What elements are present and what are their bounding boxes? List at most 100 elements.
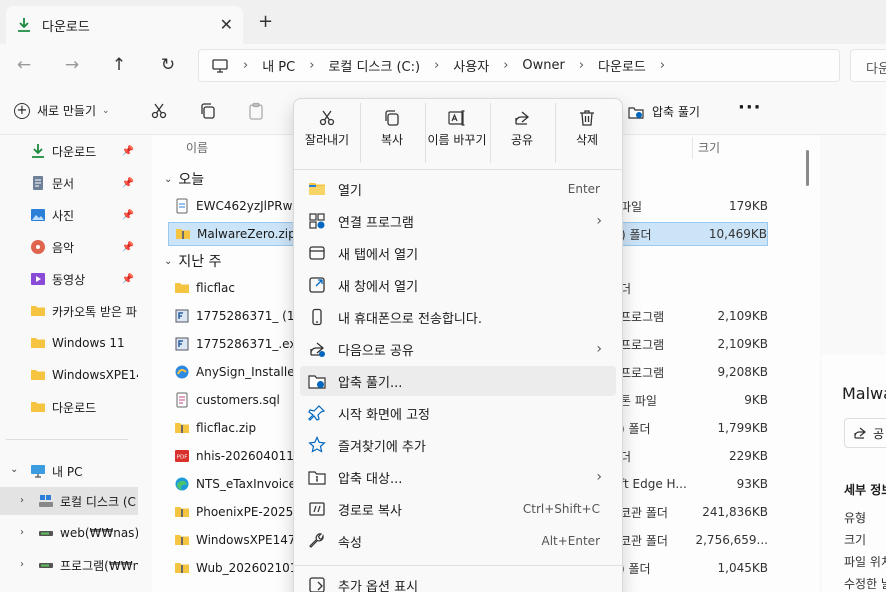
file-name: Wub_2026021012 [196,561,306,575]
sidebar-item-windows11[interactable]: Windows 11 [30,329,138,357]
context-menu-item[interactable]: 시작 화면에 고정 [300,398,616,428]
folder-icon [31,338,45,348]
sidebar-item-videos[interactable]: 동영상 📌 [30,265,140,293]
network-drive-icon [39,563,53,568]
file-size: 1,045KB [717,561,768,575]
chevron-down-icon: ⌄ [164,173,173,185]
file-name: flicflac.zip [196,421,257,435]
context-menu-item[interactable]: 속성 Alt+Enter [300,526,616,556]
context-menu-item[interactable]: 경로로 복사 Ctrl+Shift+C [300,494,616,524]
column-header-name[interactable]: 이름 [186,139,208,156]
chevron-right-icon[interactable]: › [20,527,24,538]
context-delete-button[interactable]: 삭제 [556,101,618,163]
context-menu-item[interactable]: 추가 옵션 표시 [300,570,616,592]
sidebar-item-downloads-folder[interactable]: 다운로드 [30,393,138,421]
breadcrumb-separator: › [243,58,249,73]
sidebar-item-documents[interactable]: 문서 📌 [30,169,140,197]
pin-icon: 📌 [121,177,134,189]
chevron-right-icon[interactable]: › [20,559,24,570]
breadcrumb-owner[interactable]: Owner [522,58,564,73]
more-options-button[interactable]: ··· [738,97,762,118]
context-menu-item-label: 내 휴대폰으로 전송합니다. [338,311,482,327]
file-name: customers.sql [196,393,280,407]
context-action-label: 삭제 [575,133,599,147]
context-menu-quick-actions: 잘라내기 복사 이름 바꾸기 공유 삭제 [294,99,624,169]
file-size: 2,756,659... [695,533,768,547]
context-menu-item-label: 시작 화면에 고정 [338,407,430,423]
sidebar-item-pictures[interactable]: 사진 📌 [30,201,140,229]
scrollbar-thumb[interactable] [806,150,809,186]
address-bar[interactable]: › 내 PC › 로컬 디스크 (C:) › 사용자 › Owner › 다운로… [198,49,840,82]
picture-icon [31,209,45,221]
pin-icon: 📌 [121,145,134,157]
new-tab-button[interactable]: + [258,11,273,32]
forward-button[interactable]: → [61,54,83,76]
breadcrumb-local-disk[interactable]: 로컬 디스크 (C:) [328,56,420,75]
column-header-size[interactable]: 크기 [698,139,720,156]
file-size: 10,469KB [708,227,767,241]
file-size: 9KB [744,393,768,407]
context-copy-button[interactable]: 복사 [361,101,423,163]
breadcrumb-my-pc[interactable]: 내 PC [262,56,295,75]
new-button[interactable]: + 새로 만들기 ⌄ [14,102,110,119]
sidebar-item-windowsxpe[interactable]: WindowsXPE147 [30,361,138,389]
details-share-button[interactable]: 공 [844,418,886,448]
context-share-button[interactable]: 공유 [491,101,553,163]
context-menu-item[interactable]: 압축 풀기... [300,366,616,396]
file-type: 더 [620,281,632,296]
context-menu-item[interactable]: 즐겨찾기에 추가 [300,430,616,460]
tab-downloads[interactable]: 다운로드 ✕ [6,6,243,44]
extract-all-label: 압축 풀기 [652,105,700,119]
sidebar-item-local-disk[interactable]: › 로컬 디스크 (C [0,487,138,515]
extract-icon [628,106,644,119]
pin-icon [308,405,326,421]
sidebar-item-label: 카카오톡 받은 파 [52,304,137,319]
breadcrumb-users[interactable]: 사용자 [453,56,489,75]
sidebar-item-network-web[interactable]: web(₩₩nas) ( [38,519,138,547]
group-header-last-week[interactable]: ⌄ 지난 주 [164,251,221,271]
context-menu-item[interactable]: 새 탭에서 열기 [300,238,616,268]
context-menu-item[interactable]: 압축 대상... › [300,462,616,492]
file-name: 1775286371_.exe [196,337,304,351]
file-size: 9,208KB [717,365,768,379]
context-menu-item[interactable]: 연결 프로그램 › [300,206,616,236]
copy-path-icon [309,502,325,516]
open-with-icon [309,213,325,229]
up-button[interactable]: ↑ [108,54,130,76]
share-icon [854,427,866,439]
chevron-right-icon[interactable]: › [20,495,24,506]
extract-all-button[interactable]: 압축 풀기 [628,103,700,120]
shortcut-key: Ctrl+Shift+C [522,502,600,516]
context-menu-item[interactable]: 내 휴대폰으로 전송합니다. [300,302,616,332]
context-menu-item-label: 다음으로 공유 [338,343,414,359]
anysign-icon [175,365,189,379]
context-cut-button[interactable]: 잘라내기 [296,101,358,163]
refresh-button[interactable]: ↻ [157,54,179,76]
file-size: 179KB [728,199,768,213]
cut-icon[interactable] [150,102,168,120]
chevron-down-icon[interactable]: ⌄ [10,464,18,475]
context-menu-item[interactable]: 새 창에서 열기 [300,270,616,300]
sidebar-item-network-programs[interactable]: 프로그램(₩₩n [38,551,138,579]
close-tab-icon[interactable]: ✕ [220,15,233,34]
sidebar-item-kakaotalk[interactable]: 카카오톡 받은 파 [30,297,138,325]
context-menu-item[interactable]: 열기 Enter [300,174,616,204]
sidebar-item-my-pc[interactable]: 내 PC [30,457,138,485]
back-button[interactable]: ← [13,54,35,76]
column-divider[interactable] [692,137,693,159]
sidebar-item-music[interactable]: 음악 📌 [30,233,140,261]
copy-icon[interactable] [199,102,217,120]
file-name: AnySign_Installer.exe [196,365,308,379]
context-rename-button[interactable]: 이름 바꾸기 [426,101,488,163]
search-input[interactable]: 다운 [850,49,886,82]
share-to-icon [310,342,325,357]
file-size: 241,836KB [702,505,768,519]
context-menu-item[interactable]: 다음으로 공유 › [300,334,616,364]
paste-icon[interactable] [247,102,265,120]
file-size: 93KB [736,477,768,491]
breadcrumb-separator: › [434,58,440,73]
sidebar-item-downloads[interactable]: 다운로드 📌 [30,137,140,165]
breadcrumb-downloads[interactable]: 다운로드 [598,56,646,75]
context-menu-item-label: 열기 [338,183,362,199]
group-header-today[interactable]: ⌄ 오늘 [164,169,204,189]
